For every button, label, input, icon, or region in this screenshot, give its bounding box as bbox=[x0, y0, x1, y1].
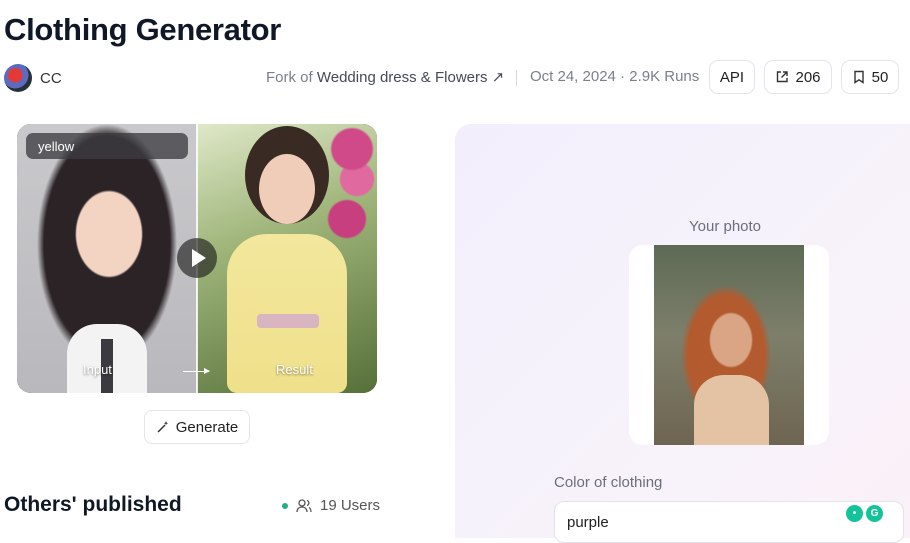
result-image bbox=[197, 124, 377, 393]
others-published-title: Others' published bbox=[4, 493, 182, 516]
share-count: 206 bbox=[795, 68, 821, 86]
fork-info: Fork of Wedding dress & Flowers ↗ bbox=[266, 68, 504, 86]
api-button[interactable]: API bbox=[709, 60, 755, 94]
author[interactable]: CC bbox=[4, 64, 62, 92]
input-caption: Input bbox=[83, 362, 112, 377]
avatar[interactable] bbox=[4, 64, 32, 92]
grammar-tools[interactable]: • G bbox=[846, 505, 883, 522]
users-label: 19 Users bbox=[320, 497, 381, 514]
divider bbox=[516, 70, 517, 86]
api-label: API bbox=[719, 68, 745, 86]
grammarly-icon[interactable]: G bbox=[866, 505, 883, 522]
generate-label: Generate bbox=[175, 418, 239, 436]
photo-upload[interactable] bbox=[629, 245, 829, 445]
photo-label: Your photo bbox=[689, 218, 762, 235]
input-image bbox=[17, 124, 197, 393]
result-caption: Result bbox=[276, 362, 313, 377]
magic-wand-icon bbox=[157, 421, 168, 433]
users-icon bbox=[296, 498, 312, 512]
author-name[interactable]: CC bbox=[40, 70, 62, 87]
share-icon bbox=[777, 71, 789, 83]
prompt-chip: yellow bbox=[26, 133, 188, 159]
suggestion-icon[interactable]: • bbox=[846, 505, 863, 522]
page-title: Clothing Generator bbox=[4, 12, 282, 47]
users-count: 19 Users bbox=[282, 497, 380, 514]
uploaded-photo bbox=[654, 245, 804, 445]
online-dot bbox=[282, 502, 288, 509]
bookmark-button[interactable]: 50 bbox=[841, 60, 899, 94]
play-icon[interactable] bbox=[177, 238, 217, 278]
color-label: Color of clothing bbox=[554, 474, 663, 491]
arrow-right-icon bbox=[183, 368, 210, 374]
fork-prefix: Fork of bbox=[266, 69, 313, 86]
share-button[interactable]: 206 bbox=[764, 60, 832, 94]
bookmark-count: 50 bbox=[871, 68, 889, 86]
fork-link[interactable]: Wedding dress & Flowers ↗ bbox=[317, 69, 504, 86]
generate-button[interactable]: Generate bbox=[144, 410, 250, 444]
date-runs: Oct 24, 2024 · 2.9K Runs bbox=[530, 68, 700, 85]
bookmark-icon bbox=[853, 70, 864, 84]
preview-media[interactable]: yellow Input Result bbox=[17, 124, 377, 393]
